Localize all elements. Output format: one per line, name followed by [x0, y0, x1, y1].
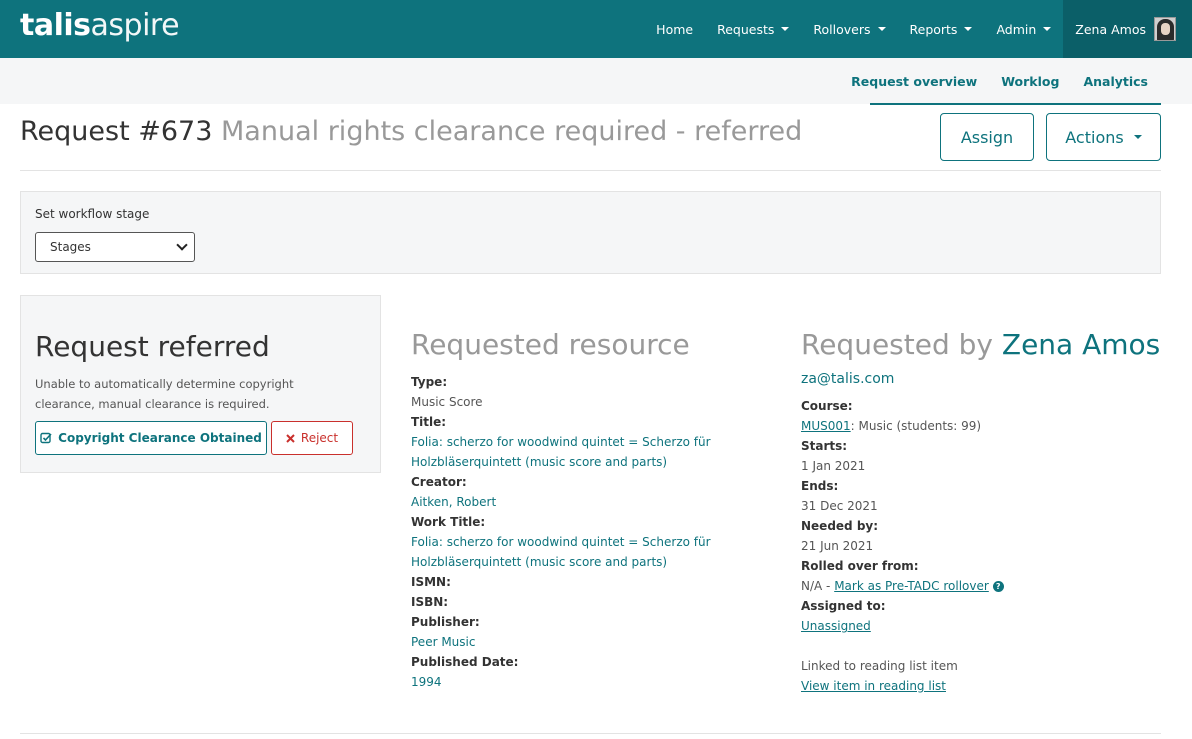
workflow-panel: Set workflow stage Stages	[20, 191, 1161, 274]
caret-down-icon	[877, 27, 886, 31]
creator-value: Aitken, Robert	[411, 495, 497, 509]
title-label: Title:	[411, 415, 447, 429]
requested-resource-section: Requested resource Type: Music Score Tit…	[411, 327, 771, 692]
rolled-over-label: Rolled over from:	[801, 559, 919, 573]
tab-request-overview[interactable]: Request overview	[839, 58, 989, 104]
title-value-line1: Folia: scherzo for woodwind quintet = Sc…	[411, 435, 711, 449]
needed-by-label: Needed by:	[801, 519, 879, 533]
requested-resource-heading: Requested resource	[411, 328, 690, 361]
talis-aspire-logo[interactable]: talisaspire	[20, 8, 180, 43]
course-label: Course:	[801, 399, 853, 413]
referred-title: Request referred	[35, 330, 270, 363]
work-title-label: Work Title:	[411, 515, 486, 529]
reject-label: Reject	[300, 431, 339, 445]
work-title-line1: Folia: scherzo for woodwind quintet = Sc…	[411, 535, 711, 549]
nav-reports[interactable]: Reports	[898, 0, 985, 58]
sub-navbar: Request overview Worklog Analytics	[0, 58, 1192, 104]
caret-down-icon	[1043, 27, 1052, 31]
mark-pre-tadc-link[interactable]: Mark as Pre-TADC rollover	[834, 579, 989, 593]
type-value: Music Score	[411, 395, 483, 409]
published-date-label: Published Date:	[411, 655, 519, 669]
nav-admin-label: Admin	[996, 21, 1037, 37]
logo-light-text: aspire	[90, 8, 180, 43]
creator-label: Creator:	[411, 475, 467, 489]
view-item-row: View item in reading list	[801, 676, 1171, 696]
nav-rollovers-label: Rollovers	[813, 21, 871, 37]
divider	[20, 733, 1161, 734]
actions-button-label: Actions	[1065, 127, 1124, 147]
starts-label: Starts:	[801, 439, 848, 453]
requested-by-prefix: Requested by	[801, 328, 993, 361]
check-square-icon	[40, 432, 52, 444]
caret-down-icon	[964, 27, 973, 31]
requested-by-section: Requested by Zena Amos za@talis.com Cour…	[801, 327, 1171, 696]
active-tab-indicator	[870, 103, 1161, 105]
nav-requests-label: Requests	[717, 21, 775, 37]
nav-requests[interactable]: Requests	[705, 0, 801, 58]
course-code-link[interactable]: MUS001	[801, 419, 851, 433]
user-menu[interactable]: Zena Amos	[1063, 0, 1192, 58]
assign-button-label: Assign	[960, 127, 1014, 147]
view-item-link[interactable]: View item in reading list	[801, 679, 946, 693]
stage-select-value: Stages	[50, 240, 91, 254]
ends-value: 31 Dec 2021	[801, 499, 878, 513]
nav-admin[interactable]: Admin	[984, 0, 1063, 58]
actions-button[interactable]: Actions	[1046, 113, 1161, 161]
course-value: MUS001: Music (students: 99)	[801, 416, 1171, 436]
request-referred-panel: Request referred Unable to automatically…	[20, 295, 381, 473]
starts-value: 1 Jan 2021	[801, 459, 866, 473]
workflow-stage-select[interactable]: Stages	[35, 232, 195, 262]
workflow-label: Set workflow stage	[35, 207, 150, 221]
requester-name-link[interactable]: Zena Amos	[1002, 328, 1160, 361]
nav-home[interactable]: Home	[644, 0, 705, 58]
published-date-value: 1994	[411, 675, 442, 689]
tab-worklog[interactable]: Worklog	[989, 58, 1071, 104]
ismn-label: ISMN:	[411, 575, 451, 589]
user-name: Zena Amos	[1075, 21, 1146, 37]
needed-by-value: 21 Jun 2021	[801, 539, 874, 553]
unassigned-link[interactable]: Unassigned	[801, 619, 871, 633]
isbn-label: ISBN:	[411, 595, 449, 609]
linked-text: Linked to reading list item	[801, 659, 958, 673]
course-details: : Music (students: 99)	[850, 419, 982, 433]
assigned-to-label: Assigned to:	[801, 599, 886, 613]
assigned-to-value: Unassigned	[801, 616, 1171, 636]
logo-bold-text: talis	[20, 8, 91, 43]
assign-button[interactable]: Assign	[940, 113, 1034, 161]
reject-button[interactable]: Reject	[271, 421, 353, 455]
divider	[20, 170, 1161, 171]
close-icon	[286, 433, 295, 443]
page-title: Request #673 Manual rights clearance req…	[20, 116, 802, 147]
request-status: Manual rights clearance required - refer…	[221, 116, 803, 147]
main-nav: Home Requests Rollovers Reports Admin Ze…	[644, 0, 1192, 58]
copyright-clearance-button[interactable]: Copyright Clearance Obtained	[35, 421, 267, 455]
requester-email-link[interactable]: za@talis.com	[801, 371, 1171, 387]
chevron-down-icon	[176, 239, 188, 251]
caret-down-icon	[781, 27, 790, 31]
type-label: Type:	[411, 375, 448, 389]
copyright-clearance-label: Copyright Clearance Obtained	[58, 431, 262, 445]
title-value-line2: Holzbläserquintett (music score and part…	[411, 455, 668, 469]
nav-reports-label: Reports	[909, 21, 958, 37]
top-navbar: talisaspire Home Requests Rollovers Repo…	[0, 0, 1192, 58]
requested-by-heading: Requested by Zena Amos	[801, 327, 1171, 363]
nav-rollovers[interactable]: Rollovers	[801, 0, 897, 58]
question-circle-icon[interactable]: ?	[992, 581, 1004, 592]
referred-description: Unable to automatically determine copyri…	[35, 377, 294, 411]
work-title-line2: Holzbläserquintett (music score and part…	[411, 555, 668, 569]
publisher-label: Publisher:	[411, 615, 480, 629]
request-number: Request #673	[20, 116, 213, 147]
ends-label: Ends:	[801, 479, 839, 493]
rolled-over-prefix: N/A -	[801, 579, 835, 593]
avatar	[1154, 17, 1176, 41]
tab-analytics[interactable]: Analytics	[1071, 58, 1160, 104]
rolled-over-value: N/A - Mark as Pre-TADC rollover ?	[801, 576, 1171, 596]
caret-down-icon	[1133, 135, 1142, 139]
publisher-value: Peer Music	[411, 635, 476, 649]
nav-home-label: Home	[656, 21, 694, 37]
subnav-links: Request overview Worklog Analytics	[839, 58, 1160, 104]
